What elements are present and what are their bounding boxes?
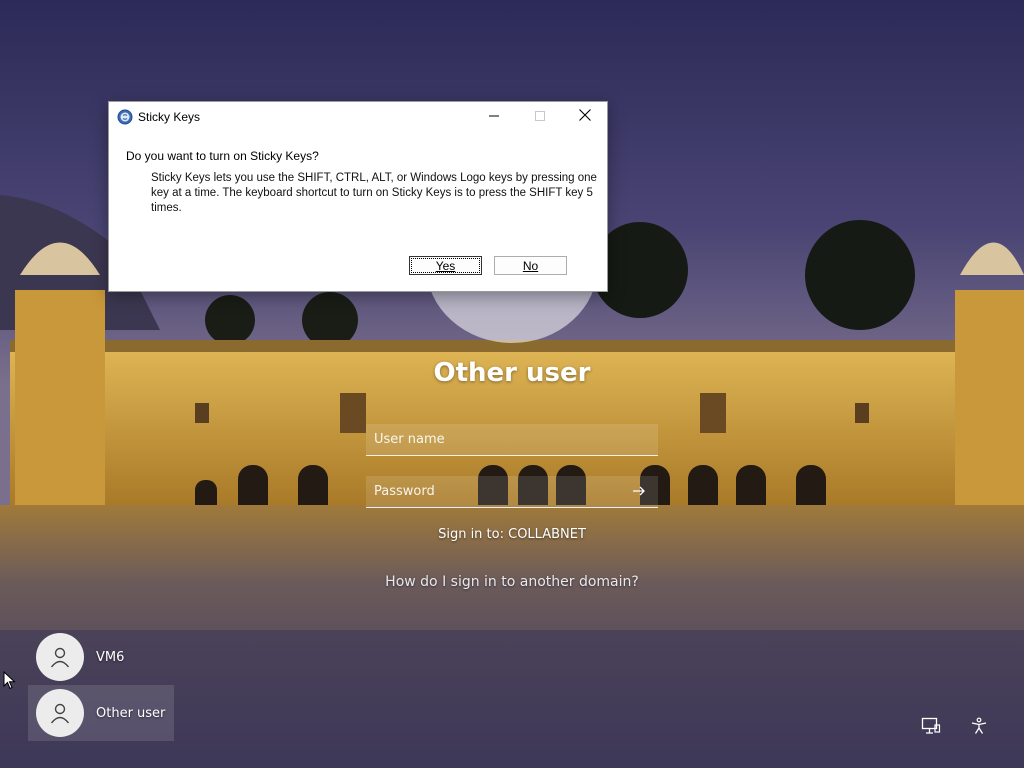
- submit-arrow-icon[interactable]: [630, 483, 648, 501]
- accessibility-icon[interactable]: [967, 714, 991, 738]
- user-avatar-icon: [36, 689, 84, 737]
- maximize-icon: [535, 108, 545, 126]
- password-input[interactable]: [366, 476, 658, 507]
- sign-in-domain-text: Sign in to: COLLABNET: [438, 527, 586, 542]
- mouse-cursor-icon: [3, 670, 16, 694]
- close-icon: [579, 108, 591, 126]
- dialog-message: Sticky Keys lets you use the SHIFT, CTRL…: [151, 172, 597, 214]
- other-domain-link[interactable]: How do I sign in to another domain?: [362, 574, 662, 590]
- close-button[interactable]: [562, 102, 608, 132]
- password-field-container: [366, 476, 658, 508]
- user-tile-label: Other user: [96, 705, 166, 721]
- username-field-container: [366, 424, 658, 456]
- user-avatar-icon: [36, 633, 84, 681]
- sticky-keys-dialog: Sticky Keys Do you want to turn on Stick…: [108, 101, 608, 292]
- dialog-question: Do you want to turn on Sticky Keys?: [126, 149, 319, 163]
- user-title: Other user: [433, 358, 591, 388]
- user-tile-vm6[interactable]: VM6: [28, 629, 174, 685]
- minimize-button[interactable]: [471, 102, 517, 132]
- sticky-keys-icon: [117, 109, 133, 125]
- dialog-titlebar[interactable]: Sticky Keys: [109, 102, 607, 132]
- dialog-title: Sticky Keys: [138, 110, 201, 124]
- yes-button-label: Yes: [435, 259, 456, 273]
- no-button-label: No: [522, 259, 539, 273]
- no-button[interactable]: No: [494, 256, 567, 275]
- yes-button[interactable]: Yes: [409, 256, 482, 275]
- network-icon[interactable]: [919, 714, 943, 738]
- user-tile-other-user[interactable]: Other user: [28, 685, 174, 741]
- username-input[interactable]: [366, 424, 658, 455]
- minimize-icon: [489, 108, 499, 126]
- maximize-button[interactable]: [517, 102, 563, 132]
- user-tile-label: VM6: [96, 649, 125, 665]
